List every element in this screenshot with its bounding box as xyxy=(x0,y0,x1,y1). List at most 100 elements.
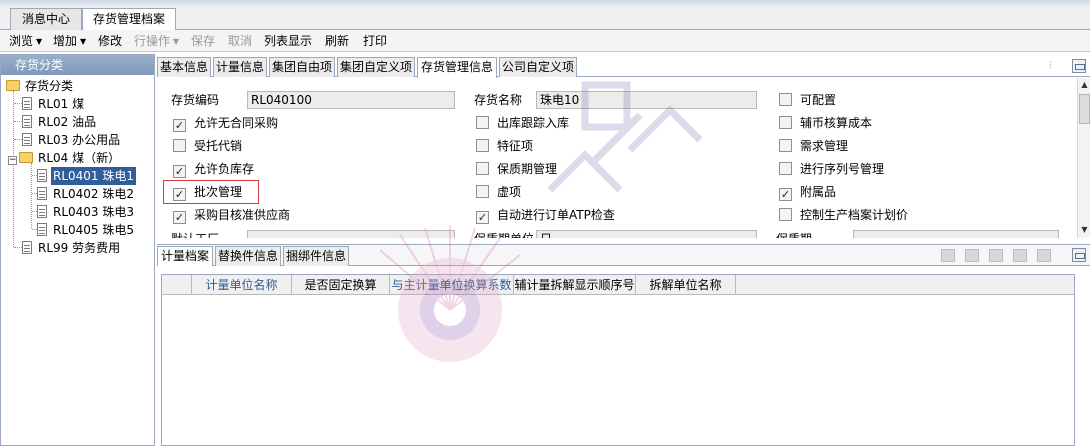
attachment-icon[interactable]: ⫶ xyxy=(1049,60,1059,72)
top-strip xyxy=(0,0,1090,6)
tab-company-custom-items[interactable]: 公司自定义项 xyxy=(499,57,577,77)
print-button[interactable]: 打印 xyxy=(363,33,387,49)
checkbox-unchecked-icon xyxy=(779,162,792,175)
name-field[interactable]: 珠电10 xyxy=(536,91,757,109)
add-button[interactable]: 增加 ▼ xyxy=(53,33,86,49)
auxiliary-currency-cost-checkbox[interactable]: 辅币核算成本 xyxy=(779,114,872,132)
consignment-checkbox[interactable]: 受托代销 xyxy=(173,137,242,155)
checkbox-unchecked-icon xyxy=(476,116,489,129)
tree-node-rl04[interactable]: − RL04 煤（新） xyxy=(8,149,122,167)
tree-node-rl0405[interactable]: RL0405 珠电5 xyxy=(32,221,136,239)
highlight-frame xyxy=(163,180,259,204)
checkbox-unchecked-icon xyxy=(476,185,489,198)
tree-node-rl01[interactable]: RL01 煤 xyxy=(14,95,86,113)
phantom-item-checkbox[interactable]: 虚项 xyxy=(476,183,521,201)
column-header[interactable]: 拆解单位名称 xyxy=(636,275,736,295)
tree-node-rl0403[interactable]: RL0403 珠电3 xyxy=(32,203,136,221)
feature-item-checkbox[interactable]: 特征项 xyxy=(476,137,533,155)
name-label: 存货名称 xyxy=(474,93,523,107)
tree-connector xyxy=(14,121,22,122)
tab-inventory-management-info[interactable]: 存货管理信息 xyxy=(417,57,497,78)
refresh-button[interactable]: 刷新 xyxy=(325,33,349,49)
checkbox-label: 控制生产档案计划价 xyxy=(800,208,909,222)
scroll-thumb[interactable] xyxy=(1079,94,1090,124)
tab-message-center[interactable]: 消息中心 xyxy=(10,8,82,30)
column-header[interactable]: 与主计量单位换算系数 xyxy=(390,275,514,295)
demand-management-checkbox[interactable]: 需求管理 xyxy=(779,137,848,155)
code-field[interactable]: RL040100 xyxy=(247,91,455,109)
tree-node-rl0401[interactable]: RL0401 珠电1 xyxy=(32,167,137,185)
tab-bundle-info[interactable]: 捆绑件信息 xyxy=(283,246,349,266)
tree-node-rl03[interactable]: RL03 办公用品 xyxy=(14,131,122,149)
tab-measure-info[interactable]: 计量信息 xyxy=(213,57,267,77)
tree-node-rl02[interactable]: RL02 油品 xyxy=(14,113,98,131)
checkbox-label: 允许负库存 xyxy=(194,162,255,176)
checkbox-checked-icon: ✓ xyxy=(173,119,186,132)
form-scrollbar[interactable]: ▲ ▼ xyxy=(1077,78,1090,238)
checkbox-label: 保质期管理 xyxy=(497,162,558,176)
browse-button[interactable]: 浏览 ▼ xyxy=(9,33,42,49)
folder-open-icon xyxy=(19,152,33,163)
row-operation-button[interactable]: 行操作 ▼ xyxy=(134,33,179,49)
document-icon xyxy=(37,187,47,200)
tab-basic-info[interactable]: 基本信息 xyxy=(157,57,211,77)
tab-replacement-info[interactable]: 替换件信息 xyxy=(215,246,281,266)
tree-connector xyxy=(14,139,22,140)
checkbox-unchecked-icon xyxy=(476,162,489,175)
tree-node-rl0402[interactable]: RL0402 珠电2 xyxy=(32,185,136,203)
shelf-unit-select[interactable]: 日 xyxy=(536,230,757,238)
modify-button[interactable]: 修改 xyxy=(98,33,122,49)
cancel-button[interactable]: 取消 xyxy=(228,33,252,49)
auto-atp-check-checkbox[interactable]: ✓ 自动进行订单ATP检查 xyxy=(476,206,615,224)
checkbox-label: 需求管理 xyxy=(800,139,849,153)
detail-tab-bar: 计量档案 替换件信息 捆绑件信息 xyxy=(157,244,1090,266)
document-icon xyxy=(37,205,47,218)
tab-measure-archive[interactable]: 计量档案 xyxy=(157,246,213,266)
copy-row-icon[interactable] xyxy=(1013,249,1027,262)
maximize-icon[interactable] xyxy=(1072,59,1086,73)
shelf-life-management-checkbox[interactable]: 保质期管理 xyxy=(476,160,557,178)
tab-group-custom-items[interactable]: 集团自定义项 xyxy=(337,57,415,77)
accessory-checkbox[interactable]: ✓ 附属品 xyxy=(779,183,836,201)
tree-node-label: RL0403 珠电3 xyxy=(53,205,135,219)
tab-group-free-items[interactable]: 集团自由项 xyxy=(269,57,335,77)
configurable-checkbox[interactable]: 可配置 xyxy=(779,91,836,109)
approved-supplier-checkbox[interactable]: ✓ 采购目核准供应商 xyxy=(173,206,290,224)
tree-connector xyxy=(14,103,22,104)
tree-node-root[interactable]: 存货分类 xyxy=(6,77,75,95)
save-button[interactable]: 保存 xyxy=(191,33,215,49)
column-header[interactable]: 计量单位名称 xyxy=(192,275,292,295)
shelf-period-field[interactable] xyxy=(853,230,1059,238)
checkbox-checked-icon: ✓ xyxy=(476,211,489,224)
insert-row-icon[interactable] xyxy=(965,249,979,262)
add-label: 增加 xyxy=(53,34,78,48)
category-tree-panel: 存货分类 存货分类 RL01 煤 RL02 油品 RL03 办公用品 − RL04… xyxy=(0,54,155,446)
top-tab-bar: 消息中心 存货管理档案 xyxy=(0,0,1090,31)
checkbox-label: 允许无合同采购 xyxy=(194,116,279,130)
allow-no-contract-purchase-checkbox[interactable]: ✓ 允许无合同采购 xyxy=(173,114,278,132)
shelf-unit-label: 保质期单位 xyxy=(474,230,534,238)
outbound-track-inbound-checkbox[interactable]: 出库跟踪入库 xyxy=(476,114,569,132)
serial-number-management-checkbox[interactable]: 进行序列号管理 xyxy=(779,160,884,178)
tree-node-rl99[interactable]: RL99 劳务费用 xyxy=(14,239,122,257)
column-header[interactable]: 辅计量拆解显示顺序号 xyxy=(514,275,636,295)
tab-inventory-archive[interactable]: 存货管理档案 xyxy=(82,8,176,31)
collapse-icon[interactable]: − xyxy=(8,156,17,165)
maximize-icon[interactable] xyxy=(1072,248,1086,262)
control-plan-price-checkbox[interactable]: 控制生产档案计划价 xyxy=(779,206,908,224)
scroll-up-icon[interactable]: ▲ xyxy=(1079,79,1090,91)
delete-row-icon[interactable] xyxy=(989,249,1003,262)
paste-row-icon[interactable] xyxy=(1037,249,1051,262)
allow-negative-stock-checkbox[interactable]: ✓ 允许负库存 xyxy=(173,160,254,178)
list-view-button[interactable]: 列表显示 xyxy=(264,33,312,49)
tree-node-label: RL0402 珠电2 xyxy=(53,187,135,201)
checkbox-label: 受托代销 xyxy=(194,139,243,153)
code-label: 存货编码 xyxy=(171,93,220,107)
add-row-icon[interactable] xyxy=(941,249,955,262)
default-factory-field[interactable] xyxy=(247,230,455,238)
checkbox-unchecked-icon xyxy=(173,139,186,152)
browse-label: 浏览 xyxy=(9,34,34,48)
scroll-down-icon[interactable]: ▼ xyxy=(1079,224,1090,236)
column-header[interactable]: 是否固定换算 xyxy=(292,275,390,295)
checkbox-checked-icon: ✓ xyxy=(173,165,186,178)
